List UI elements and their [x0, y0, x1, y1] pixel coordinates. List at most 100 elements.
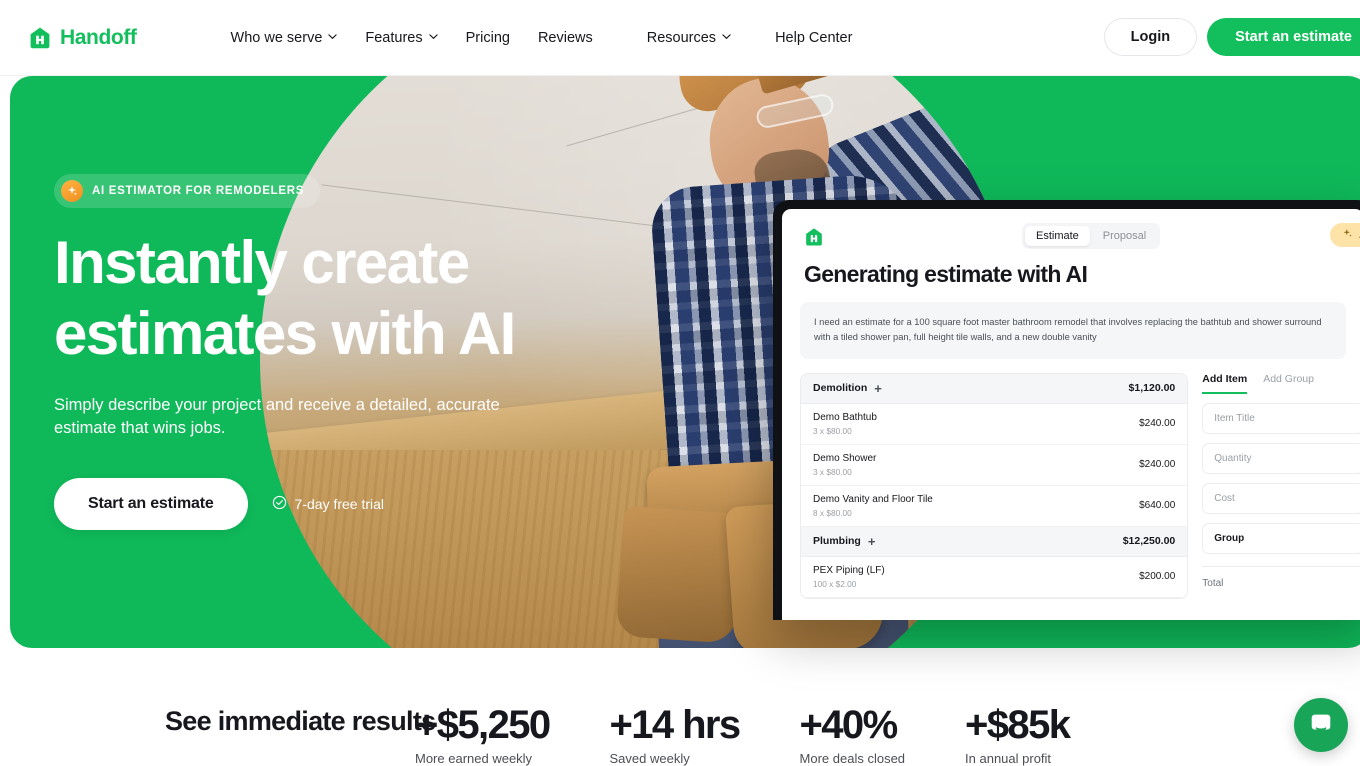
line-item-info: Demo Vanity and Floor Tile 8 x $80.00 — [813, 494, 933, 518]
line-item-name: PEX Piping (LF) — [813, 565, 885, 576]
group-name-wrap: Plumbing + — [813, 535, 875, 548]
results-section: See immediate results +$5,250 More earne… — [0, 648, 1360, 764]
tab-add-item[interactable]: Add Item — [1202, 373, 1247, 394]
line-item-info: PEX Piping (LF) 100 x $2.00 — [813, 565, 885, 589]
free-trial-label: 7-day free trial — [295, 496, 384, 512]
table-row[interactable]: Demo Vanity and Floor Tile 8 x $80.00 $6… — [801, 486, 1187, 527]
line-item-name: Demo Bathtub — [813, 412, 877, 423]
line-item-info: Demo Shower 3 x $80.00 — [813, 453, 876, 477]
app-view-tabs: Estimate Proposal — [1022, 223, 1160, 249]
results-title: See immediate results — [165, 704, 455, 739]
group-amount: $1,120.00 — [1129, 382, 1176, 394]
hero-badge: AI ESTIMATOR FOR REMODELERS — [54, 174, 320, 208]
line-item-amount: $200.00 — [1139, 571, 1175, 582]
chevron-down-icon — [429, 32, 438, 41]
start-estimate-nav-button[interactable]: Start an estimate — [1207, 18, 1360, 56]
brand-name: Handoff — [60, 26, 137, 50]
stat-card: +$85k In annual profit — [965, 704, 1069, 766]
app-home-logo-icon — [804, 227, 824, 247]
group-amount: $12,250.00 — [1123, 535, 1176, 547]
line-item-detail: 3 x $80.00 — [813, 467, 876, 477]
line-item-detail: 3 x $80.00 — [813, 426, 877, 436]
app-title: Generating estimate with AI — [782, 247, 1360, 288]
stat-value: +14 hrs — [610, 704, 740, 746]
results-stats: +$5,250 More earned weekly +14 hrs Saved… — [415, 704, 1069, 766]
group-name: Plumbing — [813, 535, 861, 547]
nav-item-label: Reviews — [538, 30, 593, 46]
line-item-detail: 8 x $80.00 — [813, 508, 933, 518]
estimate-group-row[interactable]: Plumbing + $12,250.00 — [801, 527, 1187, 557]
table-row[interactable]: Demo Bathtub 3 x $80.00 $240.00 — [801, 404, 1187, 445]
stat-card: +14 hrs Saved weekly — [610, 704, 740, 766]
hero-subheading: Simply describe your project and receive… — [54, 394, 564, 441]
cost-input[interactable]: Cost — [1202, 483, 1360, 514]
brand-logo[interactable]: Handoff — [28, 26, 137, 50]
chat-widget-button[interactable] — [1294, 698, 1348, 752]
app-header: Estimate Proposal AI — [782, 209, 1360, 247]
line-item-name: Demo Vanity and Floor Tile — [813, 494, 933, 505]
add-panel-tabs: Add Item Add Group — [1202, 373, 1360, 394]
add-item-plus-icon[interactable]: + — [874, 382, 882, 395]
chevron-down-icon — [328, 32, 337, 41]
nav-item-help-center[interactable]: Help Center — [761, 24, 866, 52]
login-button[interactable]: Login — [1104, 18, 1197, 56]
hero-heading-line-2: estimates with AI — [54, 299, 694, 370]
group-select[interactable]: Group — [1202, 523, 1360, 554]
stat-value: +$5,250 — [415, 704, 550, 746]
chat-bubble-icon — [1308, 710, 1334, 741]
tab-estimate[interactable]: Estimate — [1025, 226, 1090, 246]
top-navbar: Handoff Who we serve Features Pricing Re… — [0, 0, 1360, 76]
chevron-down-icon — [722, 32, 731, 41]
table-row[interactable]: Demo Shower 3 x $80.00 $240.00 — [801, 445, 1187, 486]
nav-item-label: Pricing — [466, 30, 510, 46]
start-estimate-hero-button[interactable]: Start an estimate — [54, 478, 248, 530]
nav-links: Who we serve Features Pricing Reviews Re… — [217, 24, 867, 52]
app-screen: Estimate Proposal AI Generating estimate… — [782, 209, 1360, 620]
stat-value: +40% — [800, 704, 897, 746]
nav-item-pricing[interactable]: Pricing — [452, 24, 524, 52]
total-label: Total — [1202, 566, 1360, 589]
hero-badge-label: AI ESTIMATOR FOR REMODELERS — [92, 185, 304, 197]
nav-item-who-we-serve[interactable]: Who we serve — [217, 24, 352, 52]
page-title: Instantly create estimates with AI — [54, 228, 694, 370]
add-item-plus-icon[interactable]: + — [868, 535, 876, 548]
estimate-group-row[interactable]: Demolition + $1,120.00 — [801, 374, 1187, 404]
line-item-amount: $640.00 — [1139, 500, 1175, 511]
line-item-amount: $240.00 — [1139, 418, 1175, 429]
nav-item-resources[interactable]: Resources — [633, 24, 745, 52]
quantity-input[interactable]: Quantity — [1202, 443, 1360, 474]
table-row[interactable]: PEX Piping (LF) 100 x $2.00 $200.00 — [801, 557, 1187, 598]
tab-add-group[interactable]: Add Group — [1263, 373, 1314, 394]
nav-item-reviews[interactable]: Reviews — [524, 24, 607, 52]
nav-item-label: Resources — [647, 30, 716, 46]
app-body: Demolition + $1,120.00 Demo Bathtub 3 x … — [782, 359, 1360, 599]
hero-heading-line-1: Instantly create — [54, 228, 694, 299]
estimate-line-items: Demolition + $1,120.00 Demo Bathtub 3 x … — [800, 373, 1188, 599]
ai-assist-pill[interactable]: AI — [1330, 223, 1360, 247]
stat-card: +40% More deals closed — [800, 704, 906, 766]
free-trial-note: 7-day free trial — [272, 495, 384, 513]
group-name: Demolition — [813, 382, 867, 394]
check-circle-icon — [272, 495, 287, 513]
sparkle-icon — [1342, 228, 1353, 242]
stat-card: +$5,250 More earned weekly — [415, 704, 550, 766]
stat-value: +$85k — [965, 704, 1069, 746]
line-item-name: Demo Shower — [813, 453, 876, 464]
line-item-detail: 100 x $2.00 — [813, 579, 885, 589]
hero-content: AI ESTIMATOR FOR REMODELERS Instantly cr… — [54, 76, 694, 530]
app-mockup-device: Estimate Proposal AI Generating estimate… — [773, 200, 1360, 620]
line-item-info: Demo Bathtub 3 x $80.00 — [813, 412, 877, 436]
home-logo-icon — [28, 26, 52, 50]
nav-item-label: Help Center — [775, 30, 852, 46]
prompt-text: I need an estimate for a 100 square foot… — [800, 302, 1346, 359]
tab-proposal[interactable]: Proposal — [1092, 226, 1157, 246]
nav-item-features[interactable]: Features — [351, 24, 451, 52]
nav-item-label: Who we serve — [231, 30, 323, 46]
add-item-panel: Add Item Add Group Item Title Quantity C… — [1202, 373, 1360, 599]
line-item-amount: $240.00 — [1139, 459, 1175, 470]
hero-cta-row: Start an estimate 7-day free trial — [54, 478, 694, 530]
group-name-wrap: Demolition + — [813, 382, 882, 395]
item-title-input[interactable]: Item Title — [1202, 403, 1360, 434]
nav-item-label: Features — [365, 30, 422, 46]
sparkle-icon — [61, 180, 83, 202]
